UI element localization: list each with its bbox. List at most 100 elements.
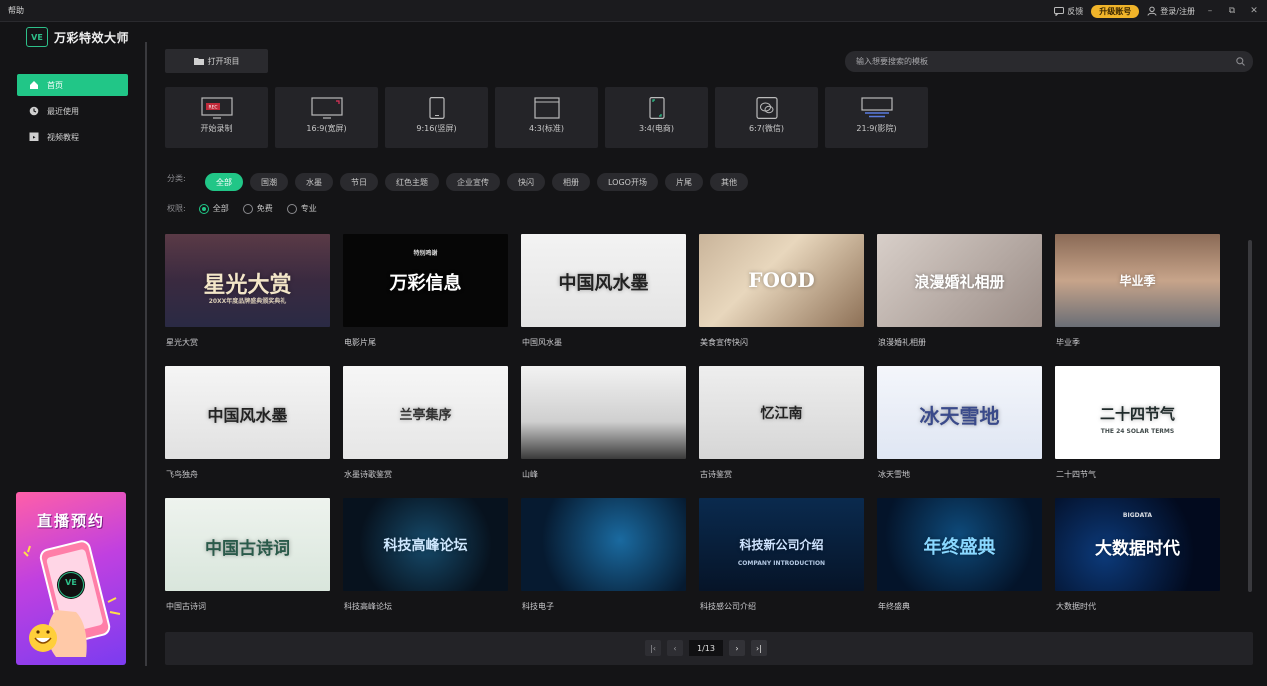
preset-4-3[interactable]: 4:3(标准) — [495, 87, 598, 148]
chip-red-theme[interactable]: 红色主题 — [385, 173, 439, 191]
sidebar-divider — [145, 42, 147, 666]
template-card[interactable]: 科技高峰论坛 科技高峰论坛 — [343, 498, 508, 630]
preset-21-9[interactable]: 21:9(影院) — [825, 87, 928, 148]
sidebar-item-tutorials[interactable]: 视频教程 — [17, 126, 128, 148]
prev-page-button[interactable]: ‹ — [667, 640, 683, 656]
radio-free[interactable]: 免费 — [242, 203, 273, 214]
home-icon — [29, 80, 39, 90]
chip-logo-intro[interactable]: LOGO开场 — [597, 173, 658, 191]
template-thumbnail[interactable]: 冰天雪地 — [877, 366, 1042, 459]
template-thumbnail[interactable]: 中国风水墨 — [165, 366, 330, 459]
template-name: 中国风水墨 — [522, 338, 562, 347]
preset-9-16[interactable]: 9:16(竖屏) — [385, 87, 488, 148]
template-card[interactable]: COMPANY INTRODUCTION 科技新公司介绍 科技感公司介绍 — [699, 498, 864, 630]
template-grid: 20XX年度品牌盛典颁奖典礼 星光大赏 星光大赏 特别鸣谢 万彩信息 电影片尾 中国风水墨中… — [165, 234, 1220, 630]
radio-all[interactable]: 全部 — [198, 203, 229, 214]
thumbnail-title: 中国风水墨 — [558, 273, 649, 294]
search-input[interactable]: 输入想要搜索的模板 — [856, 56, 928, 67]
category-label: 分类: — [167, 174, 186, 183]
template-name: 山峰 — [522, 470, 538, 479]
login-button[interactable]: 登录/注册 — [1147, 6, 1195, 17]
chip-guochao[interactable]: 国潮 — [250, 173, 288, 191]
template-thumbnail[interactable]: 20XX年度品牌盛典颁奖典礼 星光大赏 — [165, 234, 330, 327]
thumbnail-subtitle: THE 24 SOLAR TERMS — [1100, 428, 1175, 435]
template-card[interactable]: 年终盛典 年终盛典 — [877, 498, 1042, 630]
minimize-icon[interactable]: – — [1203, 6, 1217, 16]
chip-other[interactable]: 其他 — [709, 173, 748, 191]
template-card[interactable]: 中国风水墨 中国风水墨 — [521, 234, 686, 366]
template-thumbnail[interactable]: 年终盛典 — [877, 498, 1042, 591]
template-name: 浪漫婚礼相册 — [878, 338, 926, 347]
chip-flash[interactable]: 快闪 — [507, 173, 545, 191]
template-name: 飞鸟独舟 — [166, 470, 198, 479]
first-page-button[interactable]: |‹ — [645, 640, 661, 656]
template-thumbnail[interactable]: COMPANY INTRODUCTION 科技新公司介绍 — [699, 498, 864, 591]
open-project-button[interactable]: 打开项目 — [165, 49, 268, 73]
next-page-button[interactable]: › — [729, 640, 745, 656]
live-booking-banner[interactable]: 直播预约 VE — [16, 492, 126, 665]
standard-icon — [533, 97, 560, 119]
template-card[interactable]: THE 24 SOLAR TERMS 二十四节气 二十四节气 — [1055, 366, 1220, 498]
template-card[interactable]: 兰亭集序 水墨诗歌鉴赏 — [343, 366, 508, 498]
preset-3-4[interactable]: 3:4(电商) — [605, 87, 708, 148]
template-card[interactable]: 忆江南 古诗鉴赏 — [699, 366, 864, 498]
template-thumbnail[interactable]: THE 24 SOLAR TERMS 二十四节气 — [1055, 366, 1220, 459]
close-icon[interactable]: ✕ — [1247, 6, 1261, 16]
chip-all[interactable]: 全部 — [205, 173, 243, 191]
restore-icon[interactable]: ⧉ — [1225, 6, 1239, 16]
radio-selected-icon — [198, 203, 209, 214]
template-card[interactable]: 毕业季 毕业季 — [1055, 234, 1220, 366]
chip-festival[interactable]: 节日 — [340, 173, 378, 191]
template-thumbnail[interactable]: 忆江南 — [699, 366, 864, 459]
upgrade-account-button[interactable]: 升级账号 — [1091, 4, 1140, 18]
template-card[interactable]: 冰天雪地 冰天雪地 — [877, 366, 1042, 498]
scrollbar[interactable] — [1248, 240, 1252, 592]
thumbnail-title: 中国古诗词 — [205, 538, 290, 559]
chip-ink[interactable]: 水墨 — [295, 173, 333, 191]
template-thumbnail[interactable] — [521, 498, 686, 591]
preset-6-7[interactable]: 6:7(微信) — [715, 87, 818, 148]
template-name: 大数据时代 — [1056, 602, 1096, 611]
template-card[interactable]: 科技电子 — [521, 498, 686, 630]
preset-record[interactable]: REC 开始录制 — [165, 87, 268, 148]
template-name: 年终盛典 — [878, 602, 910, 611]
cinema-icon — [860, 97, 893, 118]
logo-mark: VE — [26, 27, 48, 47]
template-card[interactable]: 中国风水墨 飞鸟独舟 — [165, 366, 330, 498]
radio-pro[interactable]: 专业 — [286, 203, 317, 214]
folder-icon — [193, 58, 204, 65]
template-thumbnail[interactable]: 特别鸣谢 万彩信息 — [343, 234, 508, 327]
template-thumbnail[interactable]: 浪漫婚礼相册 — [877, 234, 1042, 327]
open-project-label: 打开项目 — [207, 56, 240, 66]
feedback-button[interactable]: 反馈 — [1054, 6, 1083, 17]
template-thumbnail[interactable]: 兰亭集序 — [343, 366, 508, 459]
template-thumbnail[interactable]: BIGDATA 大数据时代 — [1055, 498, 1220, 591]
template-card[interactable]: 山峰 — [521, 366, 686, 498]
chip-corporate[interactable]: 企业宣传 — [446, 173, 500, 191]
template-card[interactable]: 特别鸣谢 万彩信息 电影片尾 — [343, 234, 508, 366]
template-search[interactable]: 输入想要搜索的模板 — [845, 51, 1253, 72]
chip-ending[interactable]: 片尾 — [664, 173, 703, 191]
template-card[interactable]: BIGDATA 大数据时代大数据时代 — [1055, 498, 1220, 630]
last-page-button[interactable]: ›| — [751, 640, 767, 656]
preset-16-9[interactable]: 16:9(宽屏) — [275, 87, 378, 148]
template-name: 科技高峰论坛 — [344, 602, 392, 611]
template-thumbnail[interactable]: 科技高峰论坛 — [343, 498, 508, 591]
menu-help[interactable]: 帮助 — [8, 5, 24, 16]
template-thumbnail[interactable]: 中国古诗词 — [165, 498, 330, 591]
template-name: 古诗鉴赏 — [700, 470, 732, 479]
template-card[interactable]: FOOD 美食宣传快闪 — [699, 234, 864, 366]
template-card[interactable]: 20XX年度品牌盛典颁奖典礼 星光大赏 星光大赏 — [165, 234, 330, 366]
chip-album[interactable]: 相册 — [552, 173, 590, 191]
template-thumbnail[interactable]: 毕业季 — [1055, 234, 1220, 327]
template-thumbnail[interactable] — [521, 366, 686, 459]
sidebar-item-home[interactable]: 首页 — [17, 74, 128, 96]
template-thumbnail[interactable]: FOOD — [699, 234, 864, 327]
sidebar-item-recent[interactable]: 最近使用 — [17, 100, 128, 122]
sidebar-item-label: 最近使用 — [47, 106, 79, 116]
category-chips: 全部 国潮 水墨 节日 红色主题 企业宣传 快闪 相册 LOGO开场 片尾 其他 — [205, 173, 755, 191]
template-thumbnail[interactable]: 中国风水墨 — [521, 234, 686, 327]
template-card[interactable]: 浪漫婚礼相册 浪漫婚礼相册 — [877, 234, 1042, 366]
template-card[interactable]: 中国古诗词 中国古诗词 — [165, 498, 330, 630]
search-icon[interactable] — [1236, 57, 1245, 66]
